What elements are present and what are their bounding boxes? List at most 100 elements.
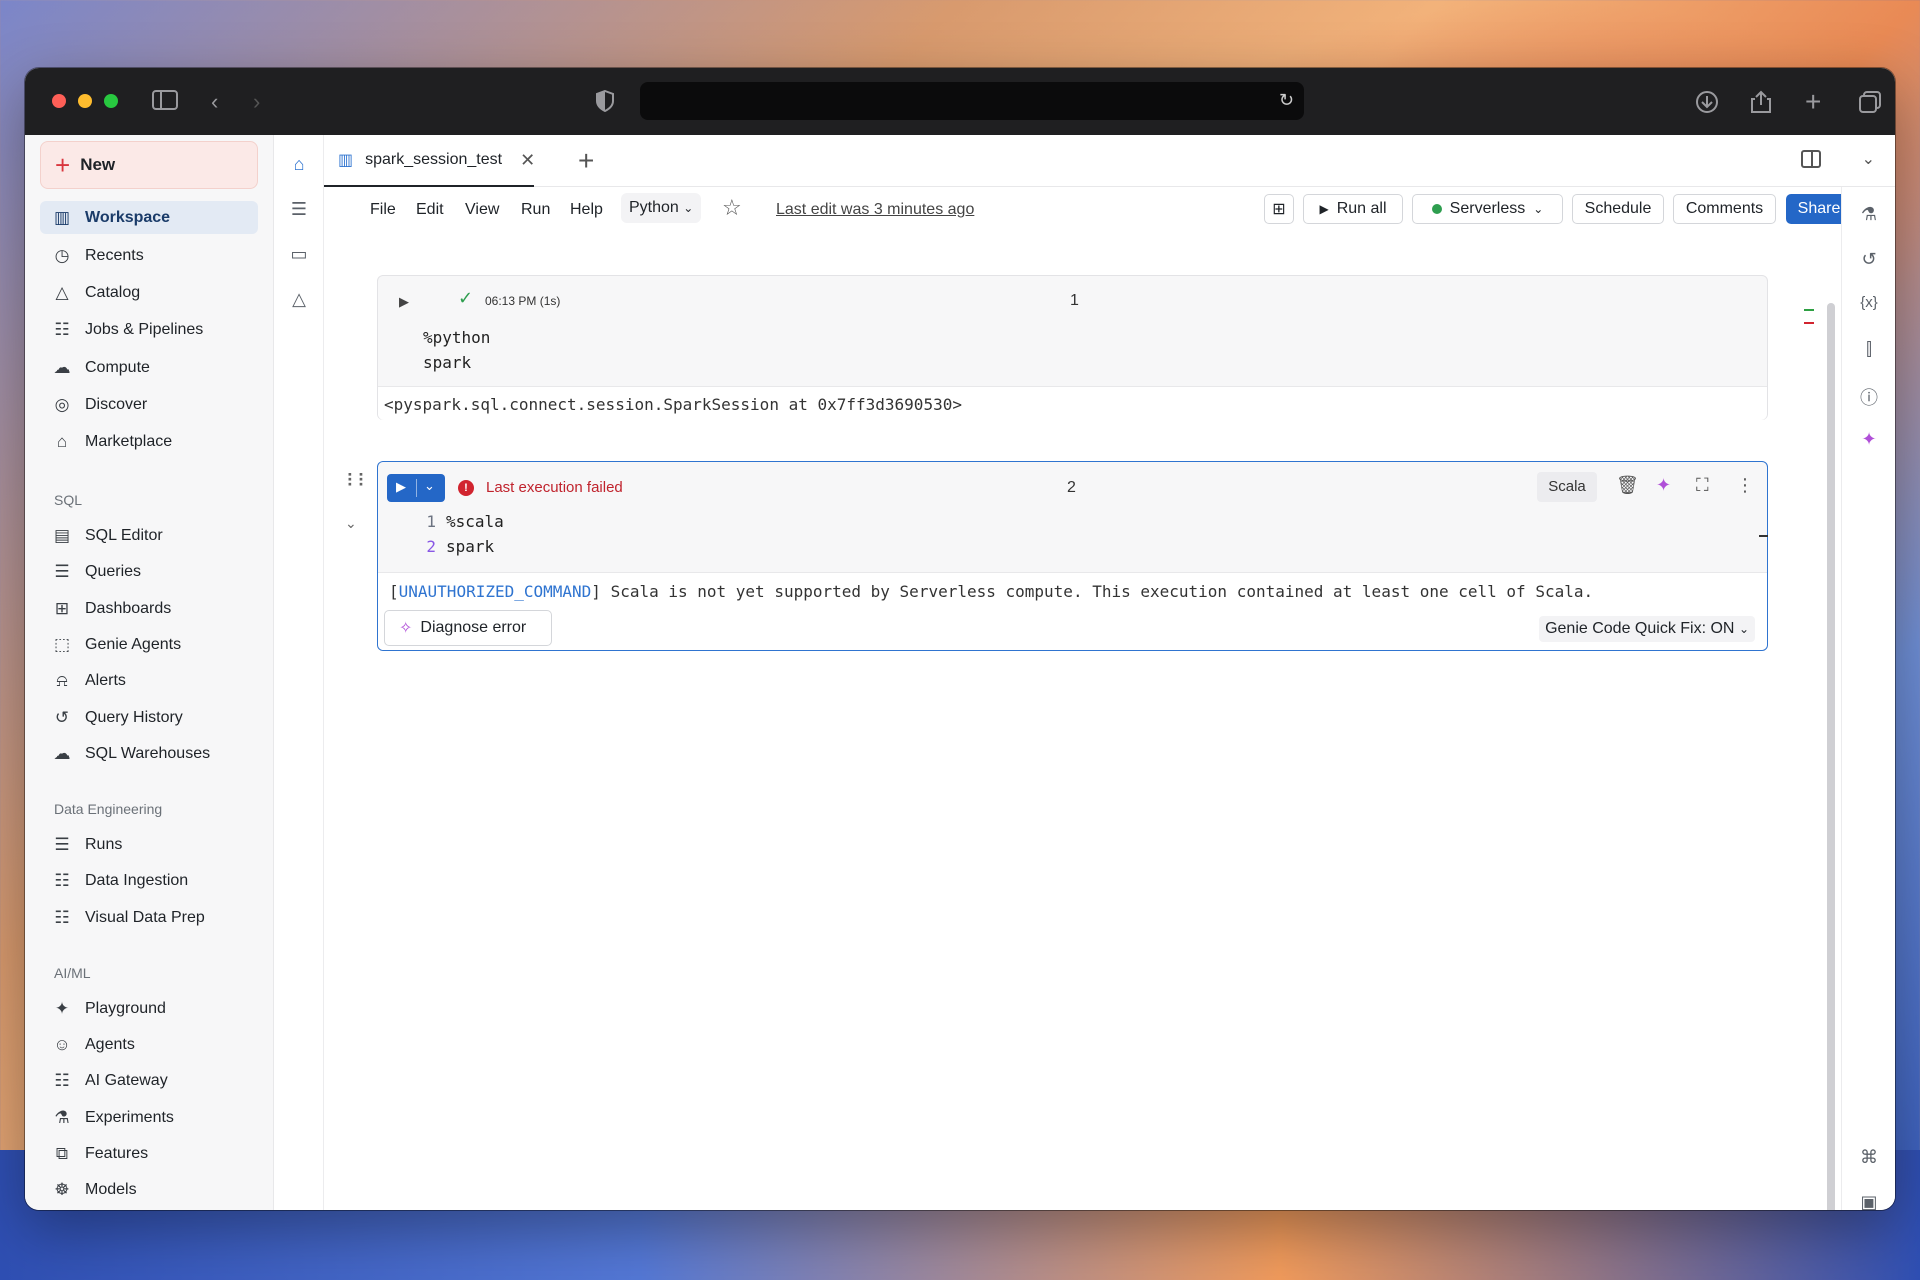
sidebar-item-workspace[interactable]: ▥ Workspace: [40, 201, 258, 234]
comments-button[interactable]: Comments: [1673, 194, 1776, 224]
sidebar-item-runs[interactable]: ☰ Runs: [40, 828, 258, 861]
experiment-icon[interactable]: ⚗: [1858, 204, 1880, 225]
sidebar-item-marketplace[interactable]: ⌂ Marketplace: [40, 425, 258, 458]
minimize-window-button[interactable]: [78, 94, 92, 108]
layout-icon[interactable]: ⊞: [1264, 194, 1294, 224]
code-line: spark: [423, 353, 472, 372]
add-tab-icon[interactable]: +: [578, 145, 594, 177]
url-bar[interactable]: ↻: [640, 82, 1304, 120]
sidebar-item-features[interactable]: ⧉ Features: [40, 1137, 258, 1170]
sidebar-item-playground[interactable]: ✦ Playground: [40, 992, 258, 1025]
sidebar-item-genie-agents[interactable]: ⬚ Genie Agents: [40, 628, 258, 661]
sidebar-item-visual-data-prep[interactable]: ☷ Visual Data Prep: [40, 901, 258, 934]
sidebar-item-sql-warehouses[interactable]: ☁ SQL Warehouses: [40, 737, 258, 770]
variables-icon[interactable]: {x}: [1858, 294, 1880, 311]
menu-view[interactable]: View: [465, 201, 499, 219]
info-icon[interactable]: ⓘ: [1858, 384, 1880, 410]
sidebar-item-catalog[interactable]: △ Catalog: [40, 276, 258, 309]
sidebar-item-models[interactable]: ☸ Models: [40, 1173, 258, 1206]
notebook-left-rail: ⌂ ☰ ▭ △: [274, 135, 324, 1210]
cell-number: 1: [1070, 292, 1079, 309]
cell-language-badge[interactable]: Scala: [1537, 472, 1597, 502]
vertical-scrollbar[interactable]: [1827, 303, 1835, 1210]
sidebar-item-dashboards[interactable]: ⊞ Dashboards: [40, 592, 258, 625]
menu-edit[interactable]: Edit: [416, 201, 444, 219]
menu-run[interactable]: Run: [521, 201, 550, 219]
sidebar-item-jobs[interactable]: ☷ Jobs & Pipelines: [40, 313, 258, 346]
folder-icon[interactable]: ▭: [288, 243, 310, 265]
notebook-cell[interactable]: ▶ ✓ 06:13 PM (1s) 1 %python spark <pyspa…: [377, 275, 1768, 420]
dataprep-icon: ☷: [54, 907, 70, 927]
sidebar-item-ai-gateway[interactable]: ☷ AI Gateway: [40, 1064, 258, 1097]
sidebar-item-sql-editor[interactable]: ▤ SQL Editor: [40, 519, 258, 552]
new-button[interactable]: + New: [40, 141, 258, 189]
chevron-down-icon[interactable]: ⌄: [424, 478, 435, 494]
trash-icon[interactable]: 🗑︎: [1616, 475, 1639, 496]
shield-icon[interactable]: [596, 89, 614, 117]
download-icon[interactable]: [1695, 90, 1719, 119]
schedule-button[interactable]: Schedule: [1572, 194, 1664, 224]
notebook-cell-active[interactable]: ▶ ⌄ ! Last execution failed 2 Scala 🗑︎ ✦…: [377, 461, 1768, 651]
sidebar-item-label: SQL Warehouses: [85, 744, 211, 762]
language-select[interactable]: Python ⌄: [621, 193, 702, 223]
tab-spark-session-test[interactable]: ▥ spark_session_test ✕: [324, 135, 535, 187]
table-of-contents-icon[interactable]: ☰: [288, 198, 310, 220]
split-view-icon[interactable]: [1801, 150, 1821, 168]
chevron-down-icon: ⌄: [1533, 202, 1544, 216]
cell-number: 2: [1067, 479, 1076, 496]
diagnose-label: Diagnose error: [420, 619, 527, 636]
sidebar-item-label: Experiments: [85, 1108, 174, 1126]
sidebar-item-label: Alerts: [85, 671, 126, 689]
diagnose-error-button[interactable]: ✧ Diagnose error: [384, 610, 552, 646]
new-tab-icon[interactable]: +: [1805, 88, 1821, 116]
last-edit-link[interactable]: Last edit was 3 minutes ago: [776, 201, 974, 219]
settings-sliders-icon[interactable]: ⫿: [1858, 339, 1880, 360]
share-browser-icon[interactable]: [1750, 90, 1772, 119]
code-editor[interactable]: 1 %scala 2 spark: [420, 509, 503, 559]
reload-icon[interactable]: ↻: [1279, 90, 1294, 111]
line-number: 1: [426, 512, 436, 531]
compute-select[interactable]: Serverless ⌄: [1412, 194, 1563, 224]
assistant-icon[interactable]: ✦: [1858, 429, 1880, 450]
shortcuts-icon[interactable]: ⌘: [1858, 1147, 1880, 1168]
assistant-icon[interactable]: ✦: [1656, 475, 1671, 496]
code-editor[interactable]: %python spark: [423, 325, 490, 375]
menu-file[interactable]: File: [370, 201, 396, 219]
error-code-link[interactable]: UNAUTHORIZED_COMMAND: [399, 582, 592, 601]
sidebar-item-queries[interactable]: ☰ Queries: [40, 555, 258, 588]
sidebar-item-data-ingestion[interactable]: ☷ Data Ingestion: [40, 864, 258, 897]
collapse-chevron-icon[interactable]: ⌄: [345, 515, 357, 532]
sidebar-toggle-icon[interactable]: [152, 90, 178, 115]
tab-overview-icon[interactable]: [1858, 90, 1882, 119]
data-engineering-section-heading: Data Engineering: [54, 801, 163, 817]
catalog-icon[interactable]: △: [288, 288, 310, 310]
sidebar-item-agents[interactable]: ☺ Agents: [40, 1028, 258, 1061]
star-icon[interactable]: ☆: [722, 195, 742, 221]
more-options-icon[interactable]: ⋮: [1736, 475, 1754, 496]
chevron-down-icon[interactable]: ⌄: [1862, 149, 1875, 169]
sidebar-item-recents[interactable]: ◷ Recents: [40, 239, 258, 272]
menu-help[interactable]: Help: [570, 201, 603, 219]
terminal-icon[interactable]: ▣: [1858, 1192, 1880, 1210]
sidebar-item-label: Data Ingestion: [85, 871, 189, 889]
run-cell-button[interactable]: ▶ ⌄: [387, 474, 445, 502]
text-cursor: [1759, 535, 1768, 537]
home-icon[interactable]: ⌂: [288, 153, 310, 175]
sidebar-item-alerts[interactable]: ⍾ Alerts: [40, 664, 258, 697]
zoom-window-button[interactable]: [104, 94, 118, 108]
close-window-button[interactable]: [52, 94, 66, 108]
run-all-button[interactable]: ▶ Run all: [1303, 194, 1403, 224]
chevron-down-icon: ⌄: [683, 201, 694, 215]
back-icon[interactable]: ‹: [211, 90, 218, 114]
sidebar-item-experiments[interactable]: ⚗ Experiments: [40, 1101, 258, 1134]
expand-icon[interactable]: ⛶: [1696, 475, 1709, 496]
forward-icon[interactable]: ›: [253, 90, 260, 114]
run-cell-icon[interactable]: ▶: [399, 294, 409, 310]
sidebar-item-query-history[interactable]: ↺ Query History: [40, 701, 258, 734]
drag-handle-icon[interactable]: ⠇⠇: [346, 472, 370, 490]
sidebar-item-discover[interactable]: ◎ Discover: [40, 388, 258, 421]
close-tab-icon[interactable]: ✕: [520, 150, 535, 171]
sidebar-item-compute[interactable]: ☁ Compute: [40, 351, 258, 384]
history-icon[interactable]: ↺: [1858, 249, 1880, 270]
quick-fix-toggle[interactable]: Genie Code Quick Fix: ON ⌄: [1539, 616, 1755, 642]
